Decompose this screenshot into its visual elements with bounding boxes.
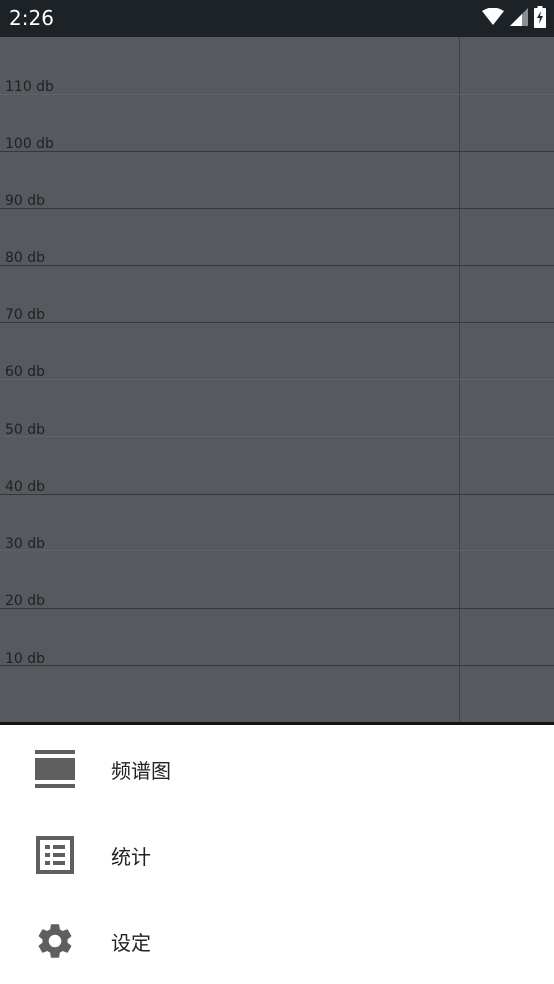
chart-vertical-line [459,37,460,723]
grid-line-minor [0,550,554,551]
bottom-sheet-menu: 频谱图 统计 设定 [0,725,554,984]
menu-item-label: 统计 [111,844,151,869]
decibel-chart: 110 db 100 db 90 db 80 db 70 db 60 db 50… [0,37,554,723]
y-axis-label: 70 db [5,307,46,323]
y-axis-label: 100 db [5,136,54,152]
grid-line [0,608,554,609]
menu-item-statistics[interactable]: 统计 [0,812,554,898]
menu-item-label: 频谱图 [111,758,171,783]
wifi-icon [482,7,504,30]
grid-line-minor [0,436,554,437]
grid-line [0,665,554,666]
grid-line [0,208,554,209]
menu-item-settings[interactable]: 设定 [0,898,554,984]
status-icons [482,6,546,32]
grid-line-minor [0,379,554,380]
y-axis-label: 10 db [5,651,46,667]
status-bar: 2:26 [0,0,554,37]
battery-icon [534,6,546,32]
signal-icon [510,8,528,30]
y-axis-label: 110 db [5,79,54,95]
grid-line-minor [0,94,554,95]
y-axis-label: 40 db [5,479,46,495]
list-icon [33,833,77,877]
menu-item-label: 设定 [111,930,151,955]
y-axis-label: 80 db [5,250,46,266]
y-axis-label: 90 db [5,193,46,209]
spectrum-icon [33,747,77,791]
y-axis-label: 50 db [5,422,46,438]
grid-line [0,322,554,323]
grid-line [0,151,554,152]
status-time: 2:26 [9,6,54,30]
grid-line [0,494,554,495]
y-axis-label: 30 db [5,536,46,552]
y-axis-label: 20 db [5,593,46,609]
gear-icon [33,919,77,963]
menu-item-spectrum[interactable]: 频谱图 [0,726,554,812]
grid-line [0,265,554,266]
y-axis-label: 60 db [5,364,46,380]
